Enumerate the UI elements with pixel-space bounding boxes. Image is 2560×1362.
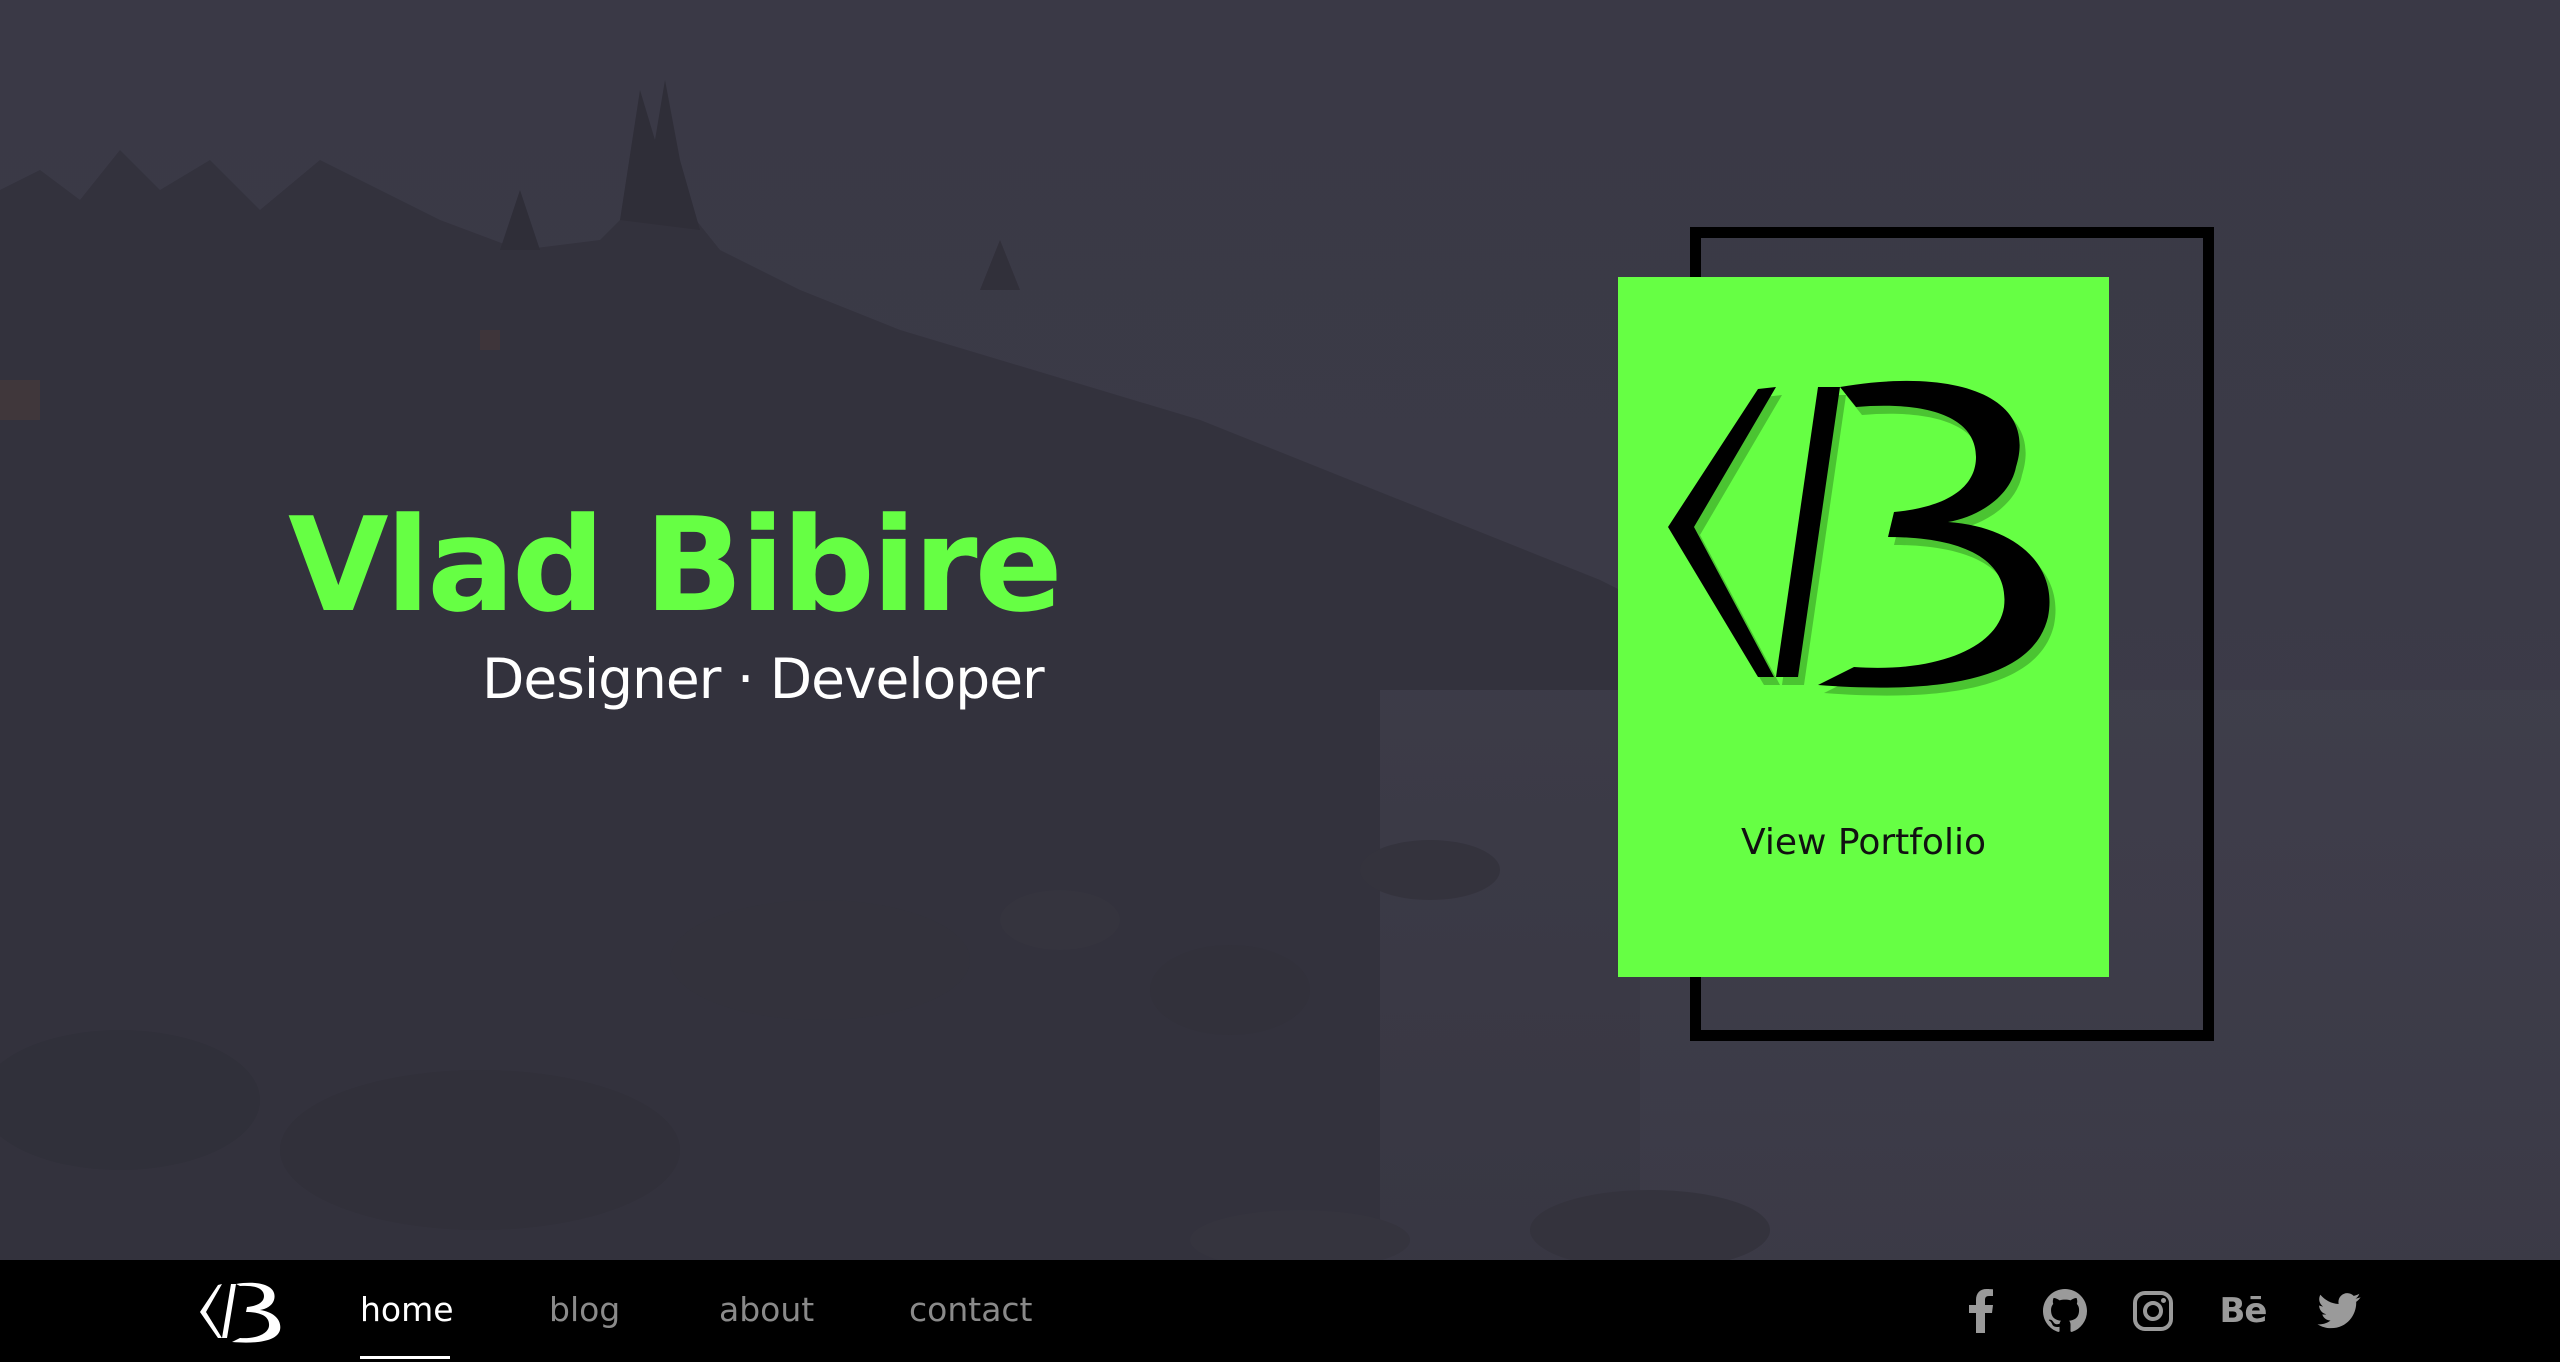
page: Vlad Bibire Designer · Developer View Po…: [0, 0, 2560, 1362]
vb-monogram-icon: [1668, 380, 2056, 696]
instagram-icon[interactable]: [2128, 1286, 2178, 1336]
footer-nav-bar: home blog about contact Bē: [0, 1260, 2560, 1362]
footer-logo-icon[interactable]: [196, 1278, 284, 1344]
nav-item-blog[interactable]: blog: [549, 1288, 620, 1332]
nav-item-home[interactable]: home: [360, 1288, 454, 1332]
hero-title: Vlad Bibire: [288, 489, 1063, 641]
facebook-icon[interactable]: [1956, 1286, 2006, 1336]
nav-item-about[interactable]: about: [719, 1288, 814, 1332]
hero-subtitle: Designer · Developer: [482, 647, 1045, 711]
github-icon[interactable]: [2040, 1286, 2090, 1336]
view-portfolio-label: View Portfolio: [1741, 822, 1986, 863]
behance-icon[interactable]: Bē: [2218, 1286, 2268, 1336]
nav-active-underline: [360, 1356, 450, 1359]
view-portfolio-card[interactable]: View Portfolio: [1618, 277, 2109, 977]
nav-item-contact[interactable]: contact: [909, 1288, 1033, 1332]
twitter-icon[interactable]: [2314, 1286, 2364, 1336]
behance-icon-text: Bē: [2219, 1291, 2268, 1331]
